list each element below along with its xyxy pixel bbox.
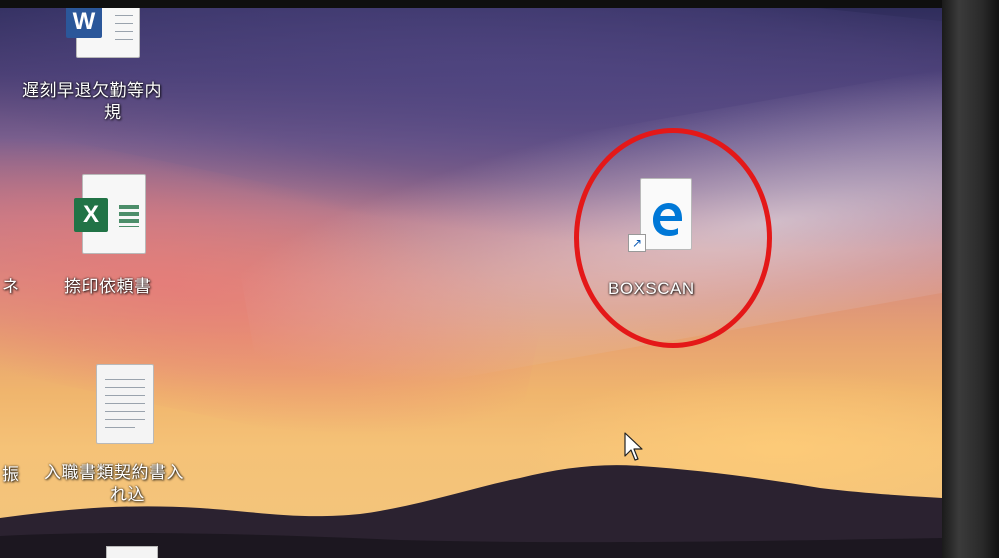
partial-desktop-icon [106,546,158,558]
desktop-icon-label: 捺印依頼書 [64,277,152,297]
excel-badge: X [74,198,108,232]
photo-top-edge [0,0,999,8]
icon-label-line: れ込 [110,485,145,505]
desktop-icon-word-document[interactable]: W [60,8,150,60]
desktop-icon-label: 遅刻早退欠勤等内 規 [22,80,202,124]
partial-icon-label: ネ [2,277,20,297]
desktop-icon-text-document[interactable] [92,364,162,454]
partial-icon-label: 振 [2,465,20,485]
text-document-icon [96,364,154,444]
icon-label-line: 遅刻早退欠勤等内 [22,81,162,101]
icon-label-line: 規 [104,103,122,123]
desktop-screen: W 遅刻早退欠勤等内 規 X 捺印依頼書 ↗ BOXSCAN 入職書類契約書入 … [0,8,942,558]
highlight-circle [574,128,772,348]
desktop-icon-label: 入職書類契約書入 れ込 [44,462,234,506]
monitor-bezel [942,0,999,558]
word-badge: W [66,8,102,38]
icon-label-line: 入職書類契約書入 [44,463,184,483]
desktop-icon-excel[interactable]: X [72,174,152,254]
mouse-cursor-icon [624,432,643,461]
